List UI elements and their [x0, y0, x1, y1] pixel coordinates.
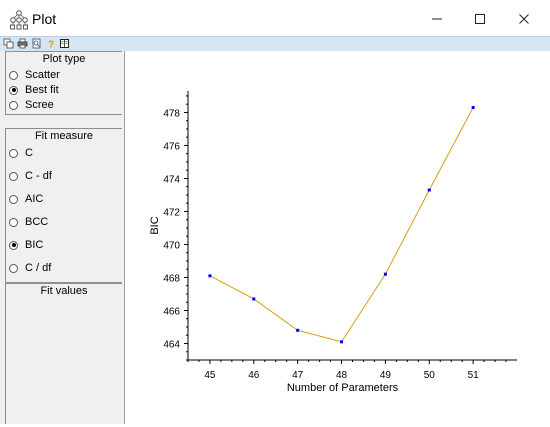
maximize-icon — [475, 14, 485, 24]
radio-button[interactable] — [9, 100, 18, 110]
plot-area: 464 466 468 470 472 474 476 478 45 46 47 48 49 50 51 Nu… — [125, 51, 550, 424]
data-point — [208, 274, 212, 278]
radio-button[interactable] — [9, 171, 18, 181]
y-tick-label: 478 — [163, 108, 180, 119]
fit-measure-title: Fit measure — [34, 130, 94, 142]
y-tick-label: 474 — [163, 174, 180, 185]
plot-type-title: Plot type — [42, 53, 86, 65]
app-tree-icon — [10, 10, 28, 30]
radio-best-fit[interactable]: Best fit — [9, 83, 59, 97]
x-tick-label: 50 — [424, 370, 436, 381]
x-tick-label: 47 — [292, 370, 304, 381]
radio-button[interactable] — [9, 263, 18, 273]
y-tick-label: 468 — [163, 273, 180, 284]
data-point — [427, 188, 431, 192]
radio-bcc[interactable]: BCC — [9, 215, 48, 229]
print-preview-icon[interactable] — [31, 38, 42, 49]
y-tick-label: 470 — [163, 240, 180, 251]
radio-label: C / df — [25, 262, 52, 274]
print-icon[interactable] — [17, 38, 28, 49]
fit-values-title: Fit values — [40, 285, 88, 297]
radio-c[interactable]: C — [9, 146, 33, 160]
svg-text:?: ? — [48, 40, 54, 50]
y-tick-label: 466 — [163, 306, 180, 317]
close-icon — [519, 14, 529, 24]
data-point — [383, 272, 387, 276]
x-tick-label: 49 — [380, 370, 392, 381]
x-tick-label: 45 — [204, 370, 216, 381]
radio-label: BIC — [25, 239, 44, 251]
book-icon[interactable] — [59, 38, 70, 49]
y-tick-label: 464 — [163, 339, 180, 350]
radio-button[interactable] — [9, 70, 18, 80]
window-title: Plot — [32, 11, 57, 27]
radio-bic[interactable]: BIC — [9, 238, 43, 252]
minimize-button[interactable] — [423, 8, 451, 30]
radio-aic[interactable]: AIC — [9, 192, 43, 206]
close-button[interactable] — [510, 8, 538, 30]
radio-button[interactable] — [9, 217, 18, 227]
radio-label: BCC — [25, 216, 49, 228]
y-tick-label: 476 — [163, 141, 180, 152]
radio-label: Scatter — [25, 69, 60, 81]
x-tick-label: 48 — [336, 370, 348, 381]
copy-icon[interactable] — [3, 38, 14, 49]
x-axis-label: Number of Parameters — [287, 382, 399, 394]
radio-scatter[interactable]: Scatter — [9, 68, 60, 82]
y-axis-label: BIC — [149, 216, 161, 234]
radio-label: Best fit — [25, 84, 59, 96]
radio-label: C - df — [25, 170, 52, 182]
x-tick-label: 51 — [468, 370, 480, 381]
help-icon[interactable]: ? — [45, 38, 56, 50]
toolbar: ? — [0, 36, 550, 52]
radio-c-df[interactable]: C - df — [9, 169, 52, 183]
minimize-icon — [432, 18, 442, 20]
data-point — [252, 297, 256, 301]
bic-line-chart: 464 466 468 470 472 474 476 478 45 46 47 48 49 50 51 Nu… — [149, 91, 517, 394]
radio-button[interactable] — [9, 194, 18, 204]
series-line — [209, 107, 474, 343]
radio-label: Scree — [25, 99, 54, 111]
radio-button[interactable] — [9, 148, 18, 158]
radio-label: AIC — [25, 193, 44, 205]
y-tick-label: 472 — [163, 207, 180, 218]
radio-button[interactable] — [9, 240, 18, 250]
data-point — [471, 106, 475, 110]
x-tick-label: 46 — [248, 370, 260, 381]
maximize-button[interactable] — [466, 8, 494, 30]
fit-values-group: Fit values — [5, 283, 122, 424]
data-point — [340, 340, 344, 344]
radio-c-over-df[interactable]: C / df — [9, 261, 51, 275]
radio-button[interactable] — [9, 85, 18, 95]
radio-label: C — [25, 147, 33, 159]
data-point — [296, 328, 300, 332]
radio-scree[interactable]: Scree — [9, 98, 54, 112]
title-bar: Plot — [0, 0, 550, 36]
options-sidebar: Plot type Scatter Best fit Scree Fit mea… — [0, 51, 125, 424]
